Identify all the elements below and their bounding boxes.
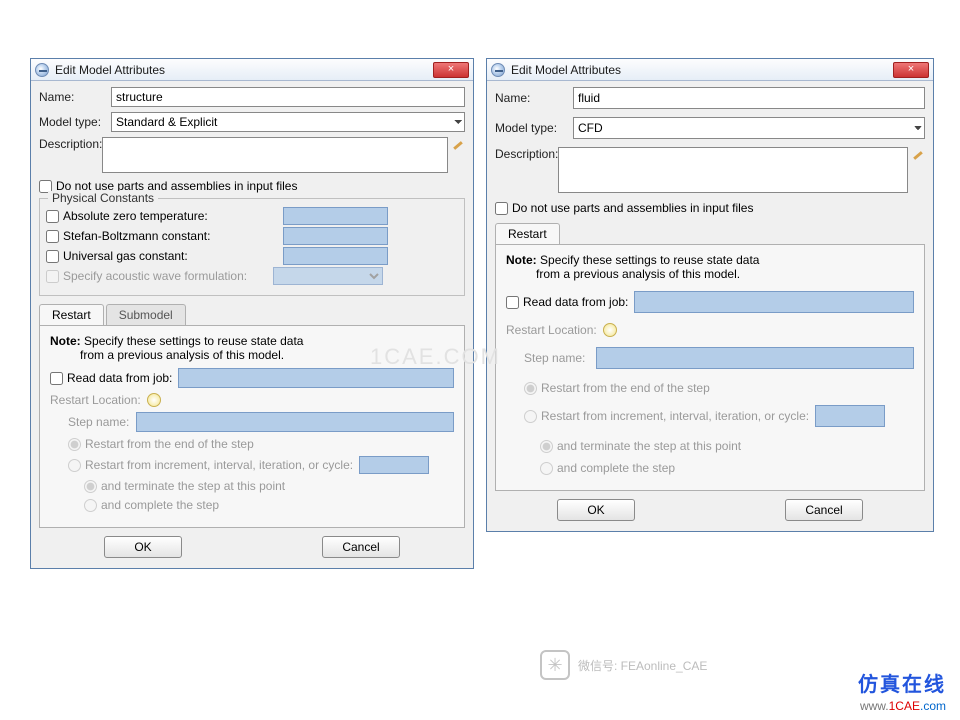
dialog-title: Edit Model Attributes <box>511 63 893 77</box>
edit-model-attributes-dialog-left: Edit Model Attributes × Name: Model type… <box>30 58 474 569</box>
restart-increment-radio <box>524 410 537 423</box>
stepname-label: Step name: <box>68 415 136 429</box>
footer: 仿真在线 www.1CAE.com <box>858 668 946 714</box>
abszero-label: Absolute zero temperature: <box>63 209 263 223</box>
close-icon[interactable]: × <box>433 62 469 78</box>
note-text1: Specify these settings to reuse state da… <box>84 334 303 348</box>
ugas-label: Universal gas constant: <box>63 249 263 263</box>
readjob-checkbox[interactable] <box>506 296 519 309</box>
tab-restart[interactable]: Restart <box>39 304 104 325</box>
ok-button[interactable]: OK <box>104 536 182 558</box>
wechat-icon: ✳ <box>540 650 570 680</box>
physical-constants-group: Physical Constants Absolute zero tempera… <box>39 198 465 296</box>
cancel-button[interactable]: Cancel <box>322 536 400 558</box>
physical-constants-label: Physical Constants <box>48 191 158 205</box>
modeltype-label: Model type: <box>39 115 111 129</box>
restartloc-label: Restart Location: <box>506 323 597 337</box>
footer-url: www.1CAE.com <box>858 697 946 714</box>
tip-icon[interactable] <box>147 393 161 407</box>
restart-end-radio <box>524 382 537 395</box>
edit-model-attributes-dialog-right: Edit Model Attributes × Name: Model type… <box>486 58 934 532</box>
readjob-checkbox[interactable] <box>50 372 63 385</box>
watermark-center: 1CAE.COM <box>370 344 501 370</box>
terminate-radio <box>540 440 553 453</box>
note-label: Note: <box>506 253 537 267</box>
restart-increment-label: Restart from increment, interval, iterat… <box>541 409 809 423</box>
restart-tab-pane: Note: Specify these settings to reuse st… <box>495 244 925 491</box>
restart-increment-input <box>359 456 429 474</box>
watermark-wechat: ✳ 微信号: FEAonline_CAE <box>540 650 707 680</box>
stefan-label: Stefan-Boltzmann constant: <box>63 229 263 243</box>
complete-radio <box>84 499 97 512</box>
restart-end-radio <box>68 438 81 451</box>
ok-button[interactable]: OK <box>557 499 635 521</box>
app-icon <box>491 63 505 77</box>
app-icon <box>35 63 49 77</box>
terminate-label: and terminate the step at this point <box>101 479 285 493</box>
note-label: Note: <box>50 334 81 348</box>
tab-submodel[interactable]: Submodel <box>106 304 186 325</box>
tab-restart[interactable]: Restart <box>495 223 560 244</box>
edit-icon[interactable] <box>452 137 465 153</box>
titlebar[interactable]: Edit Model Attributes × <box>487 59 933 81</box>
modeltype-select[interactable]: Standard & Explicit <box>111 112 465 132</box>
tip-icon[interactable] <box>603 323 617 337</box>
complete-label: and complete the step <box>557 461 675 475</box>
restart-increment-radio <box>68 459 81 472</box>
acoustic-checkbox <box>46 270 59 283</box>
restart-end-label: Restart from the end of the step <box>85 437 254 451</box>
restartloc-label: Restart Location: <box>50 393 141 407</box>
restart-increment-label: Restart from increment, interval, iterat… <box>85 458 353 472</box>
readjob-label: Read data from job: <box>523 295 628 309</box>
cancel-button[interactable]: Cancel <box>785 499 863 521</box>
restart-increment-input <box>815 405 885 427</box>
ugas-checkbox[interactable] <box>46 250 59 263</box>
acoustic-select <box>273 267 383 285</box>
close-icon[interactable]: × <box>893 62 929 78</box>
abszero-input[interactable] <box>283 207 388 225</box>
stepname-label: Step name: <box>524 351 596 365</box>
terminate-label: and terminate the step at this point <box>557 439 741 453</box>
stepname-input[interactable] <box>136 412 454 432</box>
readjob-input[interactable] <box>634 291 914 313</box>
modeltype-select[interactable]: CFD <box>573 117 925 139</box>
watermark-text: 微信号: FEAonline_CAE <box>578 657 707 674</box>
noparts-checkbox[interactable] <box>495 202 508 215</box>
footer-cn: 仿真在线 <box>858 668 946 697</box>
acoustic-label: Specify acoustic wave formulation: <box>63 269 273 283</box>
description-label: Description: <box>495 147 558 161</box>
description-input[interactable] <box>558 147 908 193</box>
modeltype-label: Model type: <box>495 121 573 135</box>
name-label: Name: <box>495 91 573 105</box>
readjob-label: Read data from job: <box>67 371 172 385</box>
stefan-checkbox[interactable] <box>46 230 59 243</box>
note-text2: from a previous analysis of this model. <box>80 348 284 362</box>
name-input[interactable] <box>111 87 465 107</box>
description-label: Description: <box>39 137 102 151</box>
name-label: Name: <box>39 90 111 104</box>
terminate-radio <box>84 480 97 493</box>
description-input[interactable] <box>102 137 448 173</box>
complete-label: and complete the step <box>101 498 219 512</box>
restart-end-label: Restart from the end of the step <box>541 381 710 395</box>
edit-icon[interactable] <box>912 147 925 163</box>
readjob-input[interactable] <box>178 368 454 388</box>
complete-radio <box>540 462 553 475</box>
ugas-input[interactable] <box>283 247 388 265</box>
abszero-checkbox[interactable] <box>46 210 59 223</box>
name-input[interactable] <box>573 87 925 109</box>
stefan-input[interactable] <box>283 227 388 245</box>
dialog-title: Edit Model Attributes <box>55 63 433 77</box>
stepname-input[interactable] <box>596 347 914 369</box>
titlebar[interactable]: Edit Model Attributes × <box>31 59 473 81</box>
note-text2: from a previous analysis of this model. <box>536 267 740 281</box>
note-text1: Specify these settings to reuse state da… <box>540 253 759 267</box>
noparts-label: Do not use parts and assemblies in input… <box>512 201 753 215</box>
